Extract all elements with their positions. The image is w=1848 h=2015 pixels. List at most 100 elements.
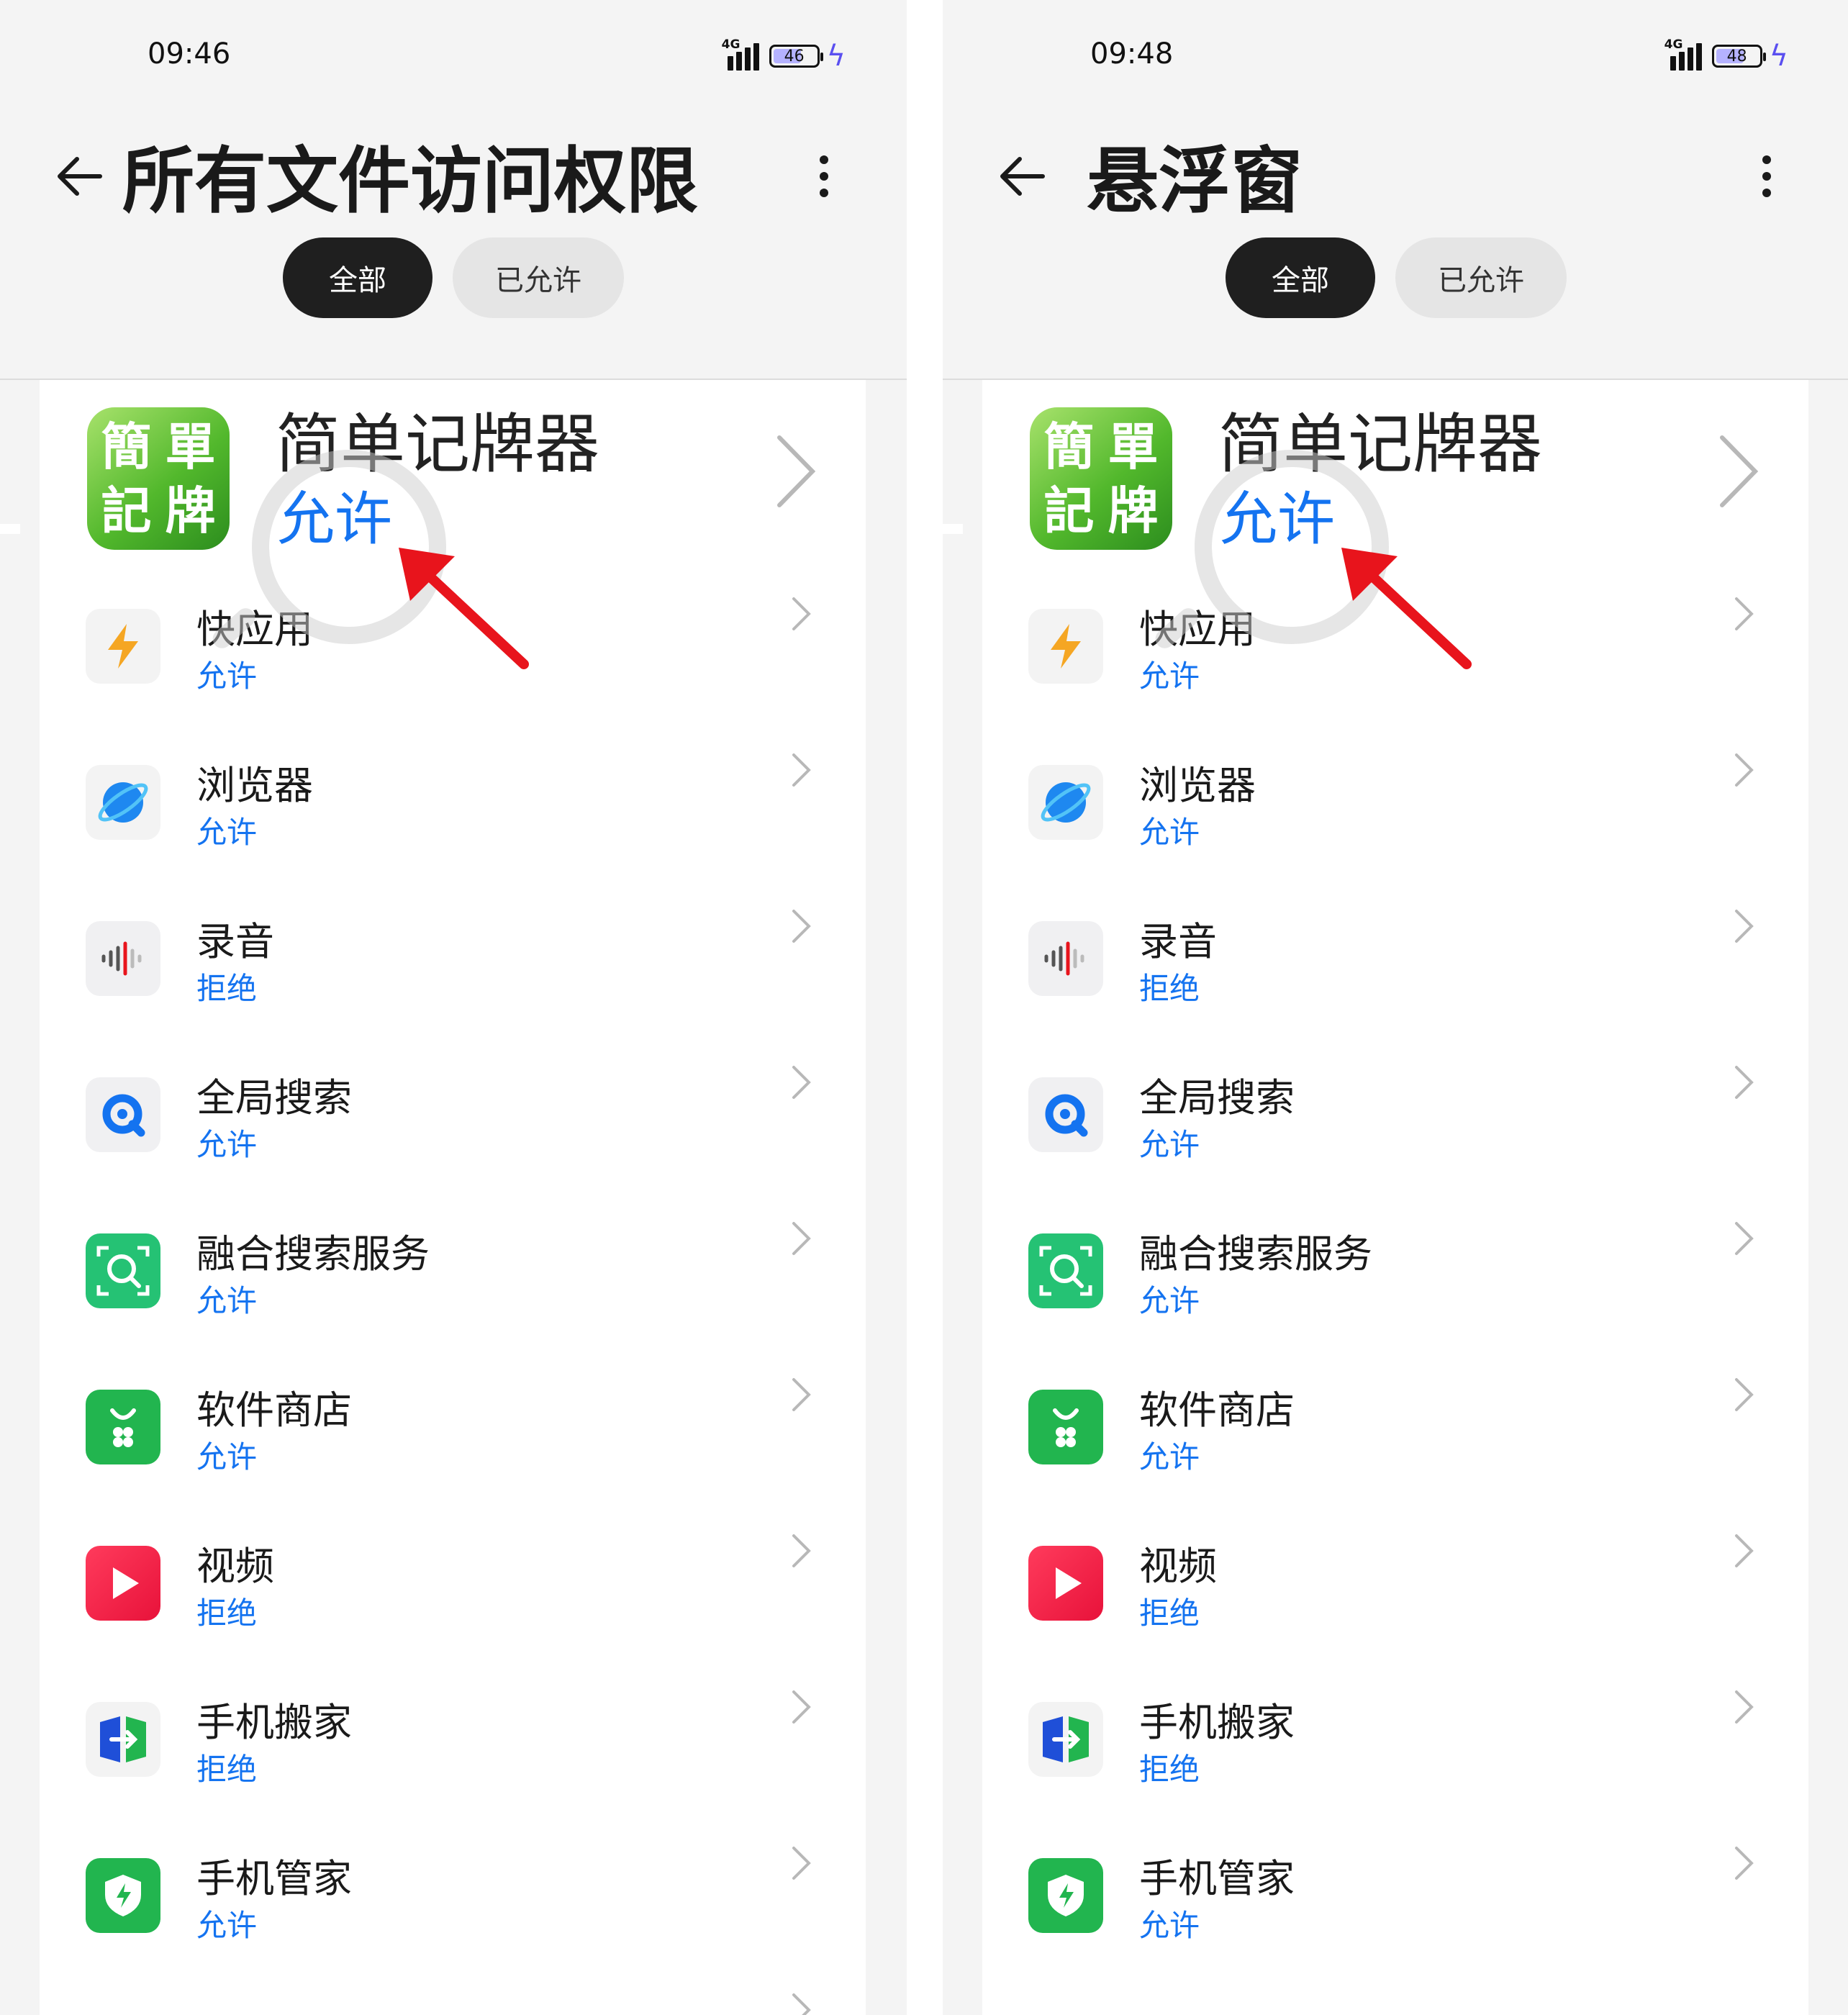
status-icons: 4G 48 ϟ	[1664, 37, 1788, 73]
permission-status: 允许	[196, 815, 258, 850]
chevron-right-icon	[792, 1534, 811, 1567]
list-item[interactable]: 软件商店 允许	[40, 1355, 866, 1511]
browser-icon	[86, 765, 160, 840]
featured-app-status: 允许	[1220, 486, 1335, 553]
video-icon	[86, 1546, 160, 1621]
more-options-icon[interactable]	[1752, 148, 1781, 205]
permission-status: 允许	[1139, 1127, 1200, 1162]
card-tracker-app-icon: 簡單記牌	[87, 407, 230, 550]
list-item[interactable]: 软件商店 允许	[982, 1355, 1808, 1511]
global-search-icon	[86, 1077, 160, 1152]
list-item[interactable]: 手机管家 允许	[982, 1824, 1808, 1979]
more-options-icon[interactable]	[810, 148, 838, 205]
filter-tabs: 全部 已允许	[0, 237, 907, 318]
app-name: 录音	[196, 919, 274, 964]
battery-icon: 48	[1711, 45, 1766, 68]
back-arrow-icon[interactable]	[50, 148, 108, 205]
tab-all[interactable]: 全部	[283, 237, 432, 318]
app-name: 手机管家	[196, 1856, 352, 1901]
phone-clone-icon	[1028, 1702, 1103, 1777]
app-name: 快应用	[196, 607, 313, 652]
chevron-right-icon	[1735, 1690, 1754, 1724]
list-item[interactable]: 视频 拒绝	[40, 1511, 866, 1667]
permission-status: 允许	[1139, 1908, 1200, 1943]
app-name: 融合搜索服务	[196, 1231, 430, 1277]
recorder-icon	[86, 921, 160, 996]
permission-status: 允许	[1139, 658, 1200, 694]
back-arrow-icon[interactable]	[993, 148, 1051, 205]
charging-icon: ϟ	[1769, 40, 1788, 73]
featured-app-row[interactable]: 簡單記牌 简单记牌器 允许	[40, 380, 866, 574]
permission-status: 允许	[196, 1283, 258, 1318]
app-list: 簡單記牌 简单记牌器 允许 快应用 允许 浏览器 允许 录音 拒绝 全局搜索 允…	[982, 380, 1808, 2015]
card-tracker-app-icon: 簡單記牌	[1030, 407, 1172, 550]
permission-status: 拒绝	[196, 1752, 258, 1787]
chevron-right-icon	[792, 1993, 811, 2015]
phone-manager-icon	[1028, 1858, 1103, 1933]
permission-status: 拒绝	[196, 971, 258, 1006]
phone-manager-icon	[86, 1858, 160, 1933]
chevron-right-icon	[1735, 1222, 1754, 1255]
chevron-right-icon	[1735, 1066, 1754, 1099]
app-name: 视频	[1139, 1544, 1217, 1589]
featured-app-status: 允许	[277, 486, 392, 553]
app-store-icon	[1028, 1390, 1103, 1464]
permission-status: 允许	[196, 1908, 258, 1943]
phone-screen-right: 09:48 4G 48 ϟ 悬浮窗 全部 已允许 簡單記牌 简单记牌器 允许 快…	[943, 0, 1848, 2015]
chevron-right-icon	[1720, 435, 1759, 507]
status-time: 09:48	[1090, 37, 1174, 71]
app-name: 快应用	[1139, 607, 1256, 652]
chevron-right-icon	[1735, 597, 1754, 630]
fusion-search-icon	[1028, 1233, 1103, 1308]
battery-level: 46	[784, 47, 805, 65]
featured-app-row[interactable]: 簡單記牌 简单记牌器 允许	[982, 380, 1808, 574]
list-item[interactable]: 融合搜索服务 允许	[40, 1199, 866, 1354]
list-item[interactable]: 手机搬家 拒绝	[982, 1667, 1808, 1823]
permission-status: 拒绝	[1139, 1595, 1200, 1631]
app-name: 浏览器	[196, 763, 313, 808]
chevron-right-icon	[792, 1378, 811, 1411]
fusion-search-icon	[86, 1233, 160, 1308]
app-name: 手机搬家	[1139, 1700, 1295, 1745]
tab-allowed[interactable]: 已允许	[453, 237, 624, 318]
featured-app-name: 简单记牌器	[1218, 407, 1542, 482]
status-time: 09:46	[148, 37, 231, 71]
network-type-label: 4G	[721, 37, 740, 52]
list-item[interactable]: 融合搜索服务 允许	[982, 1199, 1808, 1354]
permission-status: 允许	[1139, 815, 1200, 850]
list-item[interactable]: 快应用 允许	[982, 574, 1808, 730]
list-item[interactable]: 录音 拒绝	[40, 887, 866, 1042]
app-name: 手机管家	[1139, 1856, 1295, 1901]
cellular-signal-icon: 4G	[722, 37, 762, 71]
permission-status: 拒绝	[1139, 971, 1200, 1006]
status-icons: 4G 46 ϟ	[722, 37, 846, 73]
app-store-icon	[86, 1390, 160, 1464]
list-item[interactable]: 手机搬家 拒绝	[40, 1667, 866, 1823]
tab-allowed[interactable]: 已允许	[1395, 237, 1567, 318]
phone-screen-left: 09:46 4G 46 ϟ 所有文件访问权限 全部 已允许 簡單記牌 简单记牌器…	[0, 0, 907, 2015]
tab-all[interactable]: 全部	[1226, 237, 1375, 318]
battery-icon: 46	[769, 45, 823, 68]
recorder-icon	[1028, 921, 1103, 996]
page-title: 所有文件访问权限	[122, 139, 698, 223]
list-item[interactable]: 快应用 允许	[40, 574, 866, 730]
app-name: 软件商店	[1139, 1387, 1295, 1433]
global-search-icon	[1028, 1077, 1103, 1152]
charging-icon: ϟ	[826, 40, 846, 73]
app-name: 全局搜索	[196, 1075, 352, 1120]
list-item[interactable]: 手机管家 允许	[40, 1824, 866, 1979]
video-icon	[1028, 1546, 1103, 1621]
permission-status: 允许	[1139, 1283, 1200, 1318]
list-item[interactable]: 视频 拒绝	[982, 1511, 1808, 1667]
list-item[interactable]: 录音 拒绝	[982, 887, 1808, 1042]
list-item[interactable]: 全局搜索 允许	[982, 1043, 1808, 1198]
browser-icon	[1028, 765, 1103, 840]
permission-status: 拒绝	[196, 1595, 258, 1631]
list-item[interactable]: 浏览器 允许	[40, 730, 866, 886]
chevron-right-icon	[1735, 753, 1754, 787]
list-item[interactable]: 全局搜索 允许	[40, 1043, 866, 1198]
chevron-right-icon	[792, 597, 811, 630]
list-item[interactable]: 浏览器 允许	[982, 730, 1808, 886]
app-name: 全局搜索	[1139, 1075, 1295, 1120]
permission-status: 允许	[196, 1127, 258, 1162]
